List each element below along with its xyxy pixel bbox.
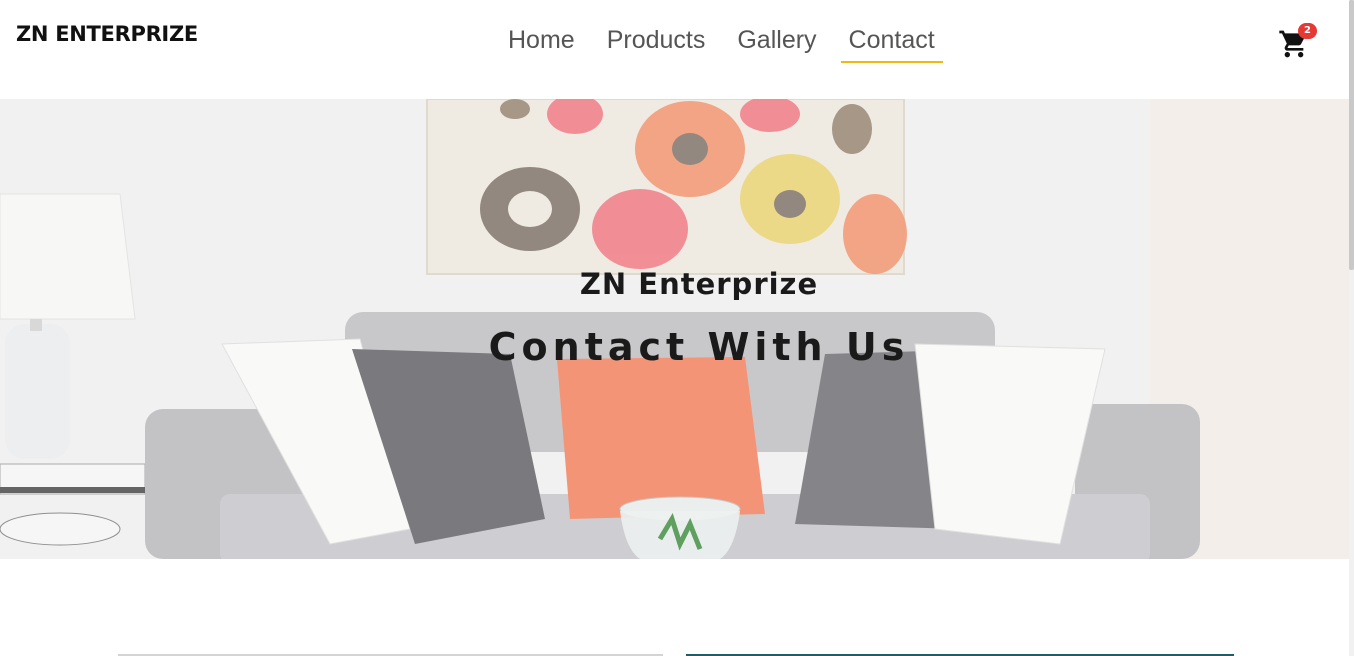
hero-banner: ZN Enterprize Contact With Us (0, 99, 1349, 559)
site-header: ZN ENTERPRIZE Home Products Gallery Cont… (0, 0, 1349, 99)
hero-title: Contact With Us (488, 325, 910, 369)
nav-products[interactable]: Products (599, 24, 714, 63)
cart-button[interactable]: 2 (1278, 23, 1317, 62)
hero-subtitle: ZN Enterprize (579, 267, 819, 301)
nav-gallery[interactable]: Gallery (729, 24, 824, 63)
page-scrollbar[interactable] (1349, 0, 1354, 656)
scrollbar-thumb[interactable] (1349, 0, 1354, 270)
nav-contact[interactable]: Contact (840, 24, 943, 63)
brand-logo[interactable]: ZN ENTERPRIZE (16, 22, 198, 46)
nav-home[interactable]: Home (500, 24, 583, 63)
cart-count-badge: 2 (1298, 23, 1317, 39)
main-nav: Home Products Gallery Contact (500, 24, 959, 63)
